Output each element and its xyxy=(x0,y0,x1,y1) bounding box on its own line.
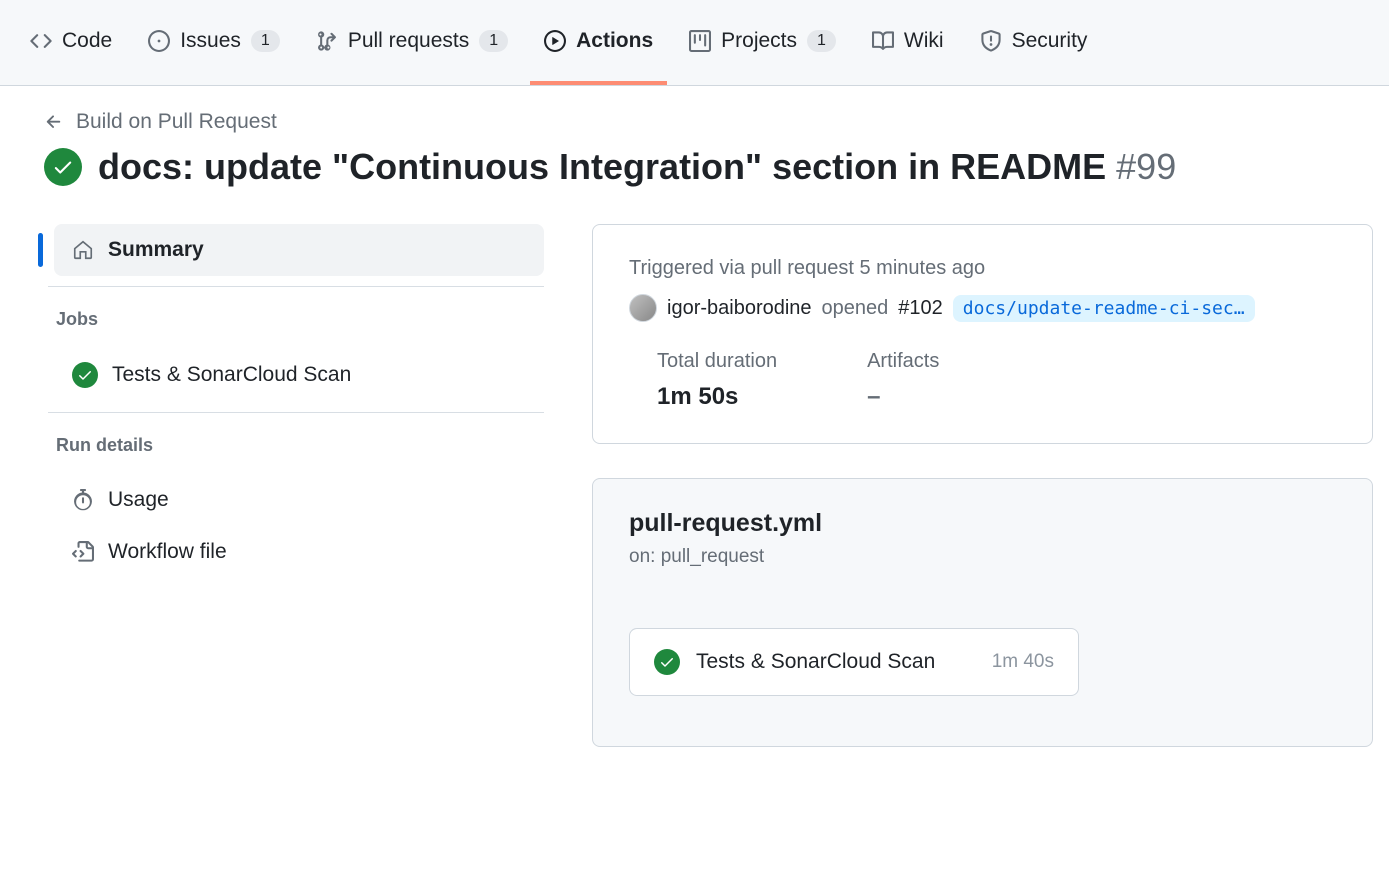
trigger-user[interactable]: igor-baiborodine xyxy=(667,297,812,320)
title-row: docs: update "Continuous Integration" se… xyxy=(44,146,1373,188)
tab-wiki[interactable]: Wiki xyxy=(858,0,958,85)
jobs-heading: Jobs xyxy=(48,297,544,342)
workflow-file-name: pull-request.yml xyxy=(629,509,1336,538)
summary-card: Triggered via pull request 5 minutes ago… xyxy=(592,224,1373,444)
tab-code-label: Code xyxy=(62,29,112,53)
sidebar: Summary Jobs Tests & SonarCloud Scan Run… xyxy=(44,224,544,578)
trigger-pr-number[interactable]: #102 xyxy=(898,297,943,320)
tab-pull-requests[interactable]: Pull requests 1 xyxy=(302,0,522,85)
stat-duration: Total duration 1m 50s xyxy=(657,350,777,411)
trigger-row: igor-baiborodine opened #102 docs/update… xyxy=(629,294,1336,322)
tab-security[interactable]: Security xyxy=(966,0,1102,85)
sidebar-item-workflow-file[interactable]: Workflow file xyxy=(54,526,544,578)
sidebar-workflow-file-label: Workflow file xyxy=(108,540,227,564)
tab-security-label: Security xyxy=(1012,29,1088,53)
tab-issues-label: Issues xyxy=(180,29,241,53)
tab-actions[interactable]: Actions xyxy=(530,0,667,85)
run-number: #99 xyxy=(1116,146,1176,187)
tab-projects-label: Projects xyxy=(721,29,797,53)
breadcrumb[interactable]: Build on Pull Request xyxy=(44,110,1373,134)
tab-pulls-count: 1 xyxy=(479,30,508,52)
trigger-branch[interactable]: docs/update-readme-ci-sec… xyxy=(953,295,1255,322)
tab-pulls-label: Pull requests xyxy=(348,29,469,53)
sidebar-item-summary[interactable]: Summary xyxy=(54,224,544,276)
wiki-icon xyxy=(872,30,894,52)
run-details-heading: Run details xyxy=(48,423,544,468)
projects-icon xyxy=(689,30,711,52)
trigger-action: opened xyxy=(822,297,889,320)
check-icon xyxy=(654,649,680,675)
actions-icon xyxy=(544,30,566,52)
check-icon xyxy=(72,362,98,388)
tab-wiki-label: Wiki xyxy=(904,29,944,53)
workflow-file-icon xyxy=(72,541,94,563)
security-icon xyxy=(980,30,1002,52)
stopwatch-icon xyxy=(72,489,94,511)
triggered-text: Triggered via pull request 5 minutes ago xyxy=(629,257,1336,280)
pull-request-icon xyxy=(316,30,338,52)
tab-projects-count: 1 xyxy=(807,30,836,52)
breadcrumb-label: Build on Pull Request xyxy=(76,110,277,134)
page-title-text: docs: update "Continuous Integration" se… xyxy=(98,146,1106,187)
stat-duration-value: 1m 50s xyxy=(657,383,777,411)
tab-issues-count: 1 xyxy=(251,30,280,52)
tab-actions-label: Actions xyxy=(576,29,653,53)
repo-nav: Code Issues 1 Pull requests 1 Actions Pr… xyxy=(0,0,1389,86)
sidebar-summary-label: Summary xyxy=(108,238,204,262)
sidebar-item-usage[interactable]: Usage xyxy=(54,474,544,526)
job-time: 1m 40s xyxy=(992,651,1054,673)
main: Triggered via pull request 5 minutes ago… xyxy=(592,224,1373,747)
issue-icon xyxy=(148,30,170,52)
tab-issues[interactable]: Issues 1 xyxy=(134,0,294,85)
sidebar-usage-label: Usage xyxy=(108,488,169,512)
avatar[interactable] xyxy=(629,294,657,322)
job-name: Tests & SonarCloud Scan xyxy=(696,650,976,674)
home-icon xyxy=(72,239,94,261)
triggered-time: 5 minutes ago xyxy=(860,257,986,279)
triggered-prefix: Triggered via pull request xyxy=(629,257,854,279)
stat-artifacts-label: Artifacts xyxy=(867,350,939,373)
stats: Total duration 1m 50s Artifacts – xyxy=(657,350,1336,411)
arrow-left-icon xyxy=(44,112,64,132)
code-icon xyxy=(30,30,52,52)
status-success-icon xyxy=(44,148,82,186)
tab-code[interactable]: Code xyxy=(16,0,126,85)
workflow-card: pull-request.yml on: pull_request Tests … xyxy=(592,478,1373,747)
job-box[interactable]: Tests & SonarCloud Scan 1m 40s xyxy=(629,628,1079,696)
stat-artifacts-value: – xyxy=(867,383,939,411)
sidebar-item-job-tests[interactable]: Tests & SonarCloud Scan xyxy=(54,348,544,402)
page-title: docs: update "Continuous Integration" se… xyxy=(98,146,1176,188)
sidebar-job1-label: Tests & SonarCloud Scan xyxy=(112,363,351,387)
workflow-on: on: pull_request xyxy=(629,546,1336,568)
tab-projects[interactable]: Projects 1 xyxy=(675,0,850,85)
stat-duration-label: Total duration xyxy=(657,350,777,373)
stat-artifacts: Artifacts – xyxy=(867,350,939,411)
